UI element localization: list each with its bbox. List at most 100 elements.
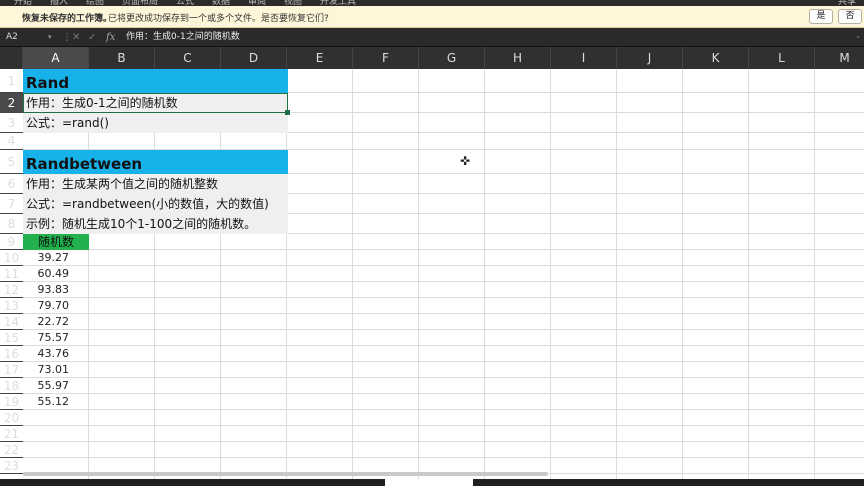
column-header-i[interactable]: I <box>551 47 617 69</box>
recovery-title: 恢复未保存的工作簿。 <box>22 14 113 24</box>
column-header-l[interactable]: L <box>749 47 815 69</box>
random-value-cell[interactable]: 93.83 <box>23 282 70 298</box>
gridline-vertical <box>748 69 749 479</box>
gridline-vertical <box>682 69 683 479</box>
column-header-m[interactable]: M <box>815 47 864 69</box>
recover-no-button[interactable]: 否 <box>838 9 862 24</box>
gridline-horizontal <box>23 425 864 426</box>
random-value-cell[interactable]: 75.57 <box>23 330 70 346</box>
column-header-h[interactable]: H <box>485 47 551 69</box>
gridline-vertical <box>352 69 353 479</box>
row-header-11[interactable]: 11 <box>0 266 23 282</box>
row-header-22[interactable]: 22 <box>0 442 23 458</box>
column-header-d[interactable]: D <box>221 47 287 69</box>
column-headers: ABCDEFGHIJKLM <box>0 47 864 69</box>
column-header-j[interactable]: J <box>617 47 683 69</box>
spreadsheet-grid[interactable]: ABCDEFGHIJKLM 1 2 3 4 5 6 7 8 9 10 11 12 13 14 15 16 17 1… <box>0 47 864 479</box>
rand-title-band: Rand <box>23 69 288 93</box>
randbetween-example[interactable]: 示例：随机生成10个1-100之间的随机数。 <box>26 215 256 232</box>
gridline-horizontal <box>23 345 864 346</box>
column-header-g[interactable]: G <box>419 47 485 69</box>
random-value-cell[interactable]: 43.76 <box>23 346 70 362</box>
randbetween-title[interactable]: Randbetween <box>26 155 142 173</box>
formula-input[interactable]: 作用：生成0-1之间的随机数 <box>126 30 240 45</box>
crosshair-cursor-icon: ✜ <box>460 154 471 168</box>
gridline-horizontal <box>23 313 864 314</box>
column-header-f[interactable]: F <box>353 47 419 69</box>
random-value-cell[interactable]: 79.70 <box>23 298 70 314</box>
row-header-6[interactable]: 6 <box>0 174 23 194</box>
gridline-horizontal <box>23 249 864 250</box>
randbetween-formula-band: 公式：=randbetween(小的数值，大的数值) <box>23 194 288 214</box>
row-header-3[interactable]: 3 <box>0 113 23 133</box>
gridline-vertical <box>814 69 815 479</box>
random-header-cell[interactable]: 随机数 <box>23 234 89 250</box>
randbetween-formula[interactable]: 公式：=randbetween(小的数值，大的数值) <box>26 195 269 212</box>
sheet-tab-bar <box>0 479 864 486</box>
check-icon[interactable]: ✓ <box>88 30 96 45</box>
row-header-13[interactable]: 13 <box>0 298 23 314</box>
chevron-down-icon[interactable]: ▾ <box>48 30 52 45</box>
row-header-5[interactable]: 5 <box>0 150 23 174</box>
row-header-10[interactable]: 10 <box>0 250 23 266</box>
column-header-a[interactable]: A <box>23 47 89 69</box>
row-header-23[interactable]: 23 <box>0 458 23 474</box>
row-header-18[interactable]: 18 <box>0 378 23 394</box>
gridline-horizontal <box>23 281 864 282</box>
cell-area[interactable]: Rand 作用：生成0-1之间的随机数 公式：=rand() Randbetwe… <box>23 69 864 479</box>
gridline-vertical <box>418 69 419 479</box>
gridline-horizontal <box>23 265 864 266</box>
row-header-2[interactable]: 2 <box>0 93 23 113</box>
column-header-k[interactable]: K <box>683 47 749 69</box>
gridline-horizontal <box>23 297 864 298</box>
random-value-cell[interactable]: 55.97 <box>23 378 70 394</box>
recover-yes-button[interactable]: 是 <box>809 9 833 24</box>
row-header-1[interactable]: 1 <box>0 69 23 93</box>
randbetween-title-band: Randbetween <box>23 150 288 174</box>
gridline-horizontal <box>23 409 864 410</box>
random-value-cell[interactable]: 39.27 <box>23 250 70 266</box>
row-header-21[interactable]: 21 <box>0 426 23 442</box>
row-header-19[interactable]: 19 <box>0 394 23 410</box>
gridline-horizontal <box>23 361 864 362</box>
active-sheet-tab[interactable] <box>385 479 473 486</box>
horizontal-scrollbar[interactable] <box>23 472 548 476</box>
row-header-15[interactable]: 15 <box>0 330 23 346</box>
randbetween-purpose-band: 作用：生成某两个值之间的随机整数 <box>23 174 288 194</box>
column-header-c[interactable]: C <box>155 47 221 69</box>
random-value-cell[interactable]: 60.49 <box>23 266 70 282</box>
row-header-16[interactable]: 16 <box>0 346 23 362</box>
fill-handle[interactable] <box>285 110 290 115</box>
randbetween-example-band: 示例：随机生成10个1-100之间的随机数。 <box>23 214 288 234</box>
row-header-17[interactable]: 17 <box>0 362 23 378</box>
gridline-horizontal <box>23 393 864 394</box>
row-header-4[interactable]: 4 <box>0 133 23 150</box>
random-value-cell[interactable]: 22.72 <box>23 314 70 330</box>
random-value-cell[interactable]: 73.01 <box>23 362 70 378</box>
formula-bar: A2 ▾ ⋮ ✕ ✓ fx 作用：生成0-1之间的随机数 ⌄ <box>0 28 864 47</box>
rand-formula-band: 公式：=rand() <box>23 113 288 133</box>
close-icon[interactable]: ✕ <box>72 30 80 45</box>
column-header-b[interactable]: B <box>89 47 155 69</box>
randbetween-purpose[interactable]: 作用：生成某两个值之间的随机整数 <box>26 175 218 192</box>
row-header-8[interactable]: 8 <box>0 214 23 234</box>
select-all-corner[interactable] <box>0 47 23 69</box>
name-box[interactable]: A2 <box>2 30 54 45</box>
chevron-down-icon[interactable]: ⌄ <box>855 32 861 40</box>
insert-function-button[interactable]: fx <box>106 30 115 45</box>
row-header-14[interactable]: 14 <box>0 314 23 330</box>
gridline-vertical <box>550 69 551 479</box>
row-header-12[interactable]: 12 <box>0 282 23 298</box>
rand-title[interactable]: Rand <box>26 74 69 92</box>
row-header-20[interactable]: 20 <box>0 410 23 426</box>
column-header-e[interactable]: E <box>287 47 353 69</box>
cell-selection <box>23 93 288 113</box>
row-header-9[interactable]: 9 <box>0 234 23 250</box>
random-value-cell[interactable]: 55.12 <box>23 394 70 410</box>
gridline-horizontal <box>23 457 864 458</box>
recovery-message: 已将更改成功保存到一个或多个文件。是否要恢复它们? <box>108 14 329 24</box>
row-header-7[interactable]: 7 <box>0 194 23 214</box>
rand-formula[interactable]: 公式：=rand() <box>26 114 109 131</box>
gridline-horizontal <box>23 441 864 442</box>
gridline-vertical <box>484 69 485 479</box>
